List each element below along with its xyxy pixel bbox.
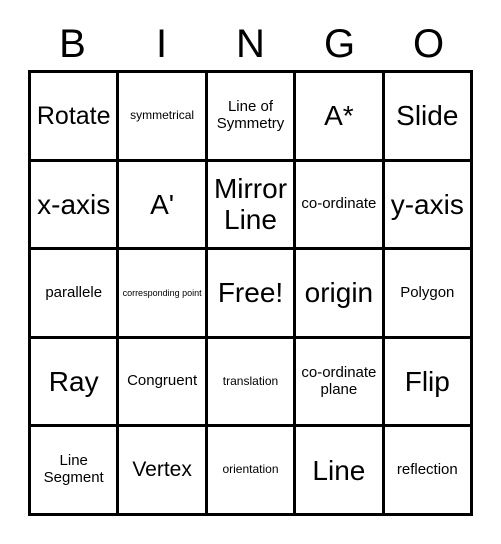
bingo-cell-label: Line (312, 454, 366, 486)
bingo-cell-label: co-ordinate plane (301, 363, 377, 398)
bingo-cell-label: origin (304, 277, 374, 309)
bingo-cell[interactable]: reflection (384, 427, 473, 516)
bingo-cell[interactable]: Line (296, 427, 385, 516)
bingo-cell-label: translation (222, 373, 279, 388)
bingo-cell-label: Vertex (132, 458, 192, 482)
bingo-cell[interactable]: origin (296, 250, 385, 339)
bingo-header-letter-i: I (155, 22, 168, 66)
bingo-cell-label: Line Segment (43, 452, 104, 487)
bingo-cell[interactable]: symmetrical (119, 73, 208, 162)
bingo-cell-label: x-axis (37, 188, 111, 220)
bingo-cell-label: Polygon (400, 283, 455, 301)
bingo-cell[interactable]: parallele (31, 250, 120, 339)
bingo-cell[interactable]: Mirror Line (207, 161, 297, 251)
bingo-cell[interactable]: corresponding point (119, 250, 208, 339)
bingo-cell[interactable]: Vertex (119, 427, 208, 516)
bingo-header-letter-g: G (323, 22, 356, 66)
bingo-cell-label: Congruent (127, 372, 198, 390)
bingo-cell[interactable]: x-axis (31, 161, 120, 251)
bingo-cell-label: A* (324, 100, 354, 132)
bingo-cell-label: Rotate (36, 101, 111, 130)
bingo-header-letter-n: N (236, 22, 265, 66)
bingo-cell-label: Flip (404, 365, 450, 397)
bingo-cell-label: co-ordinate (301, 194, 377, 212)
bingo-cell[interactable]: y-axis (384, 161, 473, 251)
bingo-card: B I N G O Rotate symmetrical Line of Symme… (0, 0, 501, 544)
bingo-cell-label: Mirror Line (213, 173, 288, 236)
bingo-cell[interactable]: Line of Symmetry (207, 73, 297, 162)
bingo-cell-label: Free! (217, 277, 284, 309)
bingo-header-letter-b: B (59, 22, 86, 66)
bingo-cell-label: Ray (48, 365, 99, 397)
bingo-cell[interactable]: Rotate (31, 73, 120, 162)
bingo-cell-label: A' (150, 188, 175, 220)
bingo-cell[interactable]: translation (207, 338, 297, 428)
bingo-cell[interactable]: A' (119, 161, 208, 251)
bingo-cell-label: orientation (222, 462, 279, 477)
bingo-cell-label: reflection (396, 460, 458, 478)
bingo-cell-label: symmetrical (130, 108, 195, 123)
bingo-header-letter-o: O (412, 22, 445, 66)
bingo-cell-free-space[interactable]: Free! (207, 250, 297, 339)
bingo-cell[interactable]: Slide (384, 73, 473, 162)
bingo-cell-label: Line of Symmetry (216, 98, 285, 132)
bingo-cell-label: corresponding point (122, 287, 202, 298)
bingo-cell[interactable]: Congruent (119, 338, 208, 428)
bingo-cell-label: parallele (45, 283, 103, 301)
bingo-cell[interactable]: orientation (207, 427, 297, 516)
bingo-cell[interactable]: Line Segment (31, 427, 120, 516)
bingo-cell[interactable]: co-ordinate (296, 161, 385, 251)
bingo-cell-label: Slide (396, 100, 459, 132)
bingo-cell-label: y-axis (390, 188, 464, 220)
bingo-cell[interactable]: Flip (384, 338, 473, 428)
bingo-cell[interactable]: A* (296, 73, 385, 162)
bingo-cell[interactable]: Polygon (384, 250, 473, 339)
bingo-cell[interactable]: Ray (31, 338, 120, 428)
bingo-header-row: B I N G O (28, 18, 473, 70)
bingo-cell[interactable]: co-ordinate plane (296, 338, 385, 428)
bingo-grid: Rotate symmetrical Line of Symmetry A* Slide… (28, 70, 473, 516)
